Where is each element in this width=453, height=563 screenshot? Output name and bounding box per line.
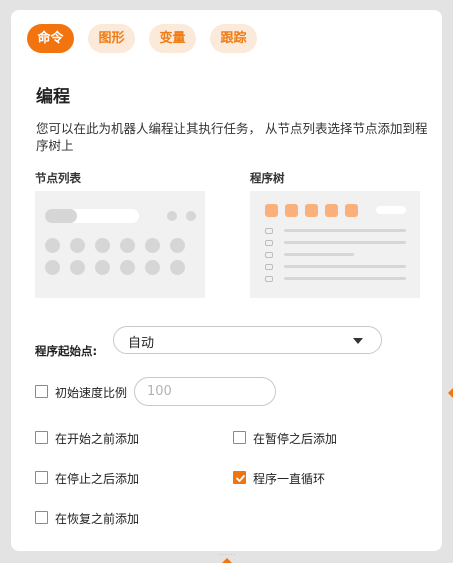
before-start-label: 在开始之前添加 <box>55 432 140 446</box>
programming-card: 命令 图形 变量 跟踪 编程 您可以在此为机器人编程让其执行任务， 从节点列表选… <box>11 10 442 551</box>
tree-row-line <box>284 277 406 280</box>
start-point-label: 程序起始点: <box>35 344 98 358</box>
resize-handle-bottom-icon[interactable] <box>217 554 237 563</box>
dot-graphic <box>186 211 196 221</box>
after-pause-checkbox[interactable] <box>233 431 246 444</box>
node-graphic <box>170 238 185 253</box>
tab-tracking[interactable]: 跟踪 <box>210 24 257 53</box>
after-pause-label: 在暂停之后添加 <box>253 432 338 446</box>
tree-node-graphic <box>345 204 358 217</box>
node-graphic <box>45 238 60 253</box>
tree-row-icon <box>265 276 273 282</box>
tree-row-line <box>284 253 354 256</box>
start-point-select[interactable]: 自动 <box>113 326 382 354</box>
initial-speed-label: 初始速度比例 <box>55 386 128 400</box>
before-start-checkbox[interactable] <box>35 431 48 444</box>
tree-row-line <box>284 229 406 232</box>
tree-row-icon <box>265 252 273 258</box>
tree-row-line <box>284 265 406 268</box>
resize-handle-right-icon[interactable] <box>447 388 453 398</box>
tree-row-icon <box>265 264 273 270</box>
tree-row-icon <box>265 240 273 246</box>
node-graphic <box>120 238 135 253</box>
node-graphic <box>70 260 85 275</box>
tree-pill-graphic <box>376 206 406 214</box>
node-graphic <box>170 260 185 275</box>
tab-variables[interactable]: 变量 <box>149 24 196 53</box>
dot-graphic <box>167 211 177 221</box>
node-list-illustration <box>35 191 205 298</box>
node-graphic <box>70 238 85 253</box>
section-description: 您可以在此为机器人编程让其执行任务， 从节点列表选择节点添加到程序树上 <box>36 121 428 153</box>
node-graphic <box>120 260 135 275</box>
after-stop-label: 在停止之后添加 <box>55 472 140 486</box>
loop-program-label: 程序一直循环 <box>253 472 326 486</box>
start-point-value: 自动 <box>128 336 155 351</box>
tab-commands[interactable]: 命令 <box>27 24 74 53</box>
program-tree-illustration <box>250 191 420 298</box>
tree-node-graphic <box>325 204 338 217</box>
before-resume-label: 在恢复之前添加 <box>55 512 140 526</box>
caret-down-icon <box>353 338 363 344</box>
node-graphic <box>95 260 110 275</box>
node-graphic <box>145 238 160 253</box>
tree-row-line <box>284 241 406 244</box>
node-list-label: 节点列表 <box>35 171 81 185</box>
tree-node-graphic <box>305 204 318 217</box>
tab-graphics[interactable]: 图形 <box>88 24 135 53</box>
tree-node-graphic <box>265 204 278 217</box>
loop-program-checkbox[interactable] <box>233 471 246 484</box>
after-stop-checkbox[interactable] <box>35 471 48 484</box>
node-graphic <box>95 238 110 253</box>
tree-node-graphic <box>285 204 298 217</box>
search-bar-graphic <box>45 209 139 223</box>
initial-speed-input[interactable] <box>134 377 276 406</box>
tree-row-icon <box>265 228 273 234</box>
check-icon <box>236 475 245 482</box>
section-title: 编程 <box>36 87 70 107</box>
before-resume-checkbox[interactable] <box>35 511 48 524</box>
node-graphic <box>45 260 60 275</box>
program-tree-label: 程序树 <box>250 171 285 185</box>
initial-speed-checkbox[interactable] <box>35 385 48 398</box>
node-graphic <box>145 260 160 275</box>
